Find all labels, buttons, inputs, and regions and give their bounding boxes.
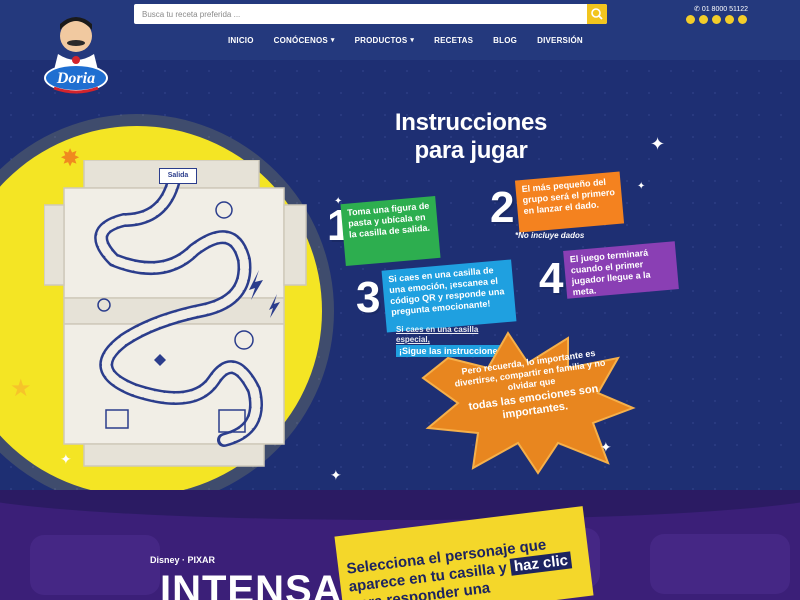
chevron-down-icon: ▾ <box>330 37 335 44</box>
doria-logo[interactable]: Doria <box>40 10 112 96</box>
disney-pixar-logo: Disney · PIXAR <box>150 555 216 565</box>
nav-label: CONÓCENOS <box>273 35 328 45</box>
twitter-icon[interactable] <box>712 15 721 24</box>
search-input[interactable] <box>134 4 574 24</box>
nav-label: RECETAS <box>434 35 474 45</box>
step-3-number: 3 <box>356 273 381 322</box>
nav-item-conocenos[interactable]: CONÓCENOS ▾ <box>274 33 335 47</box>
step-2-number: 2 <box>490 183 515 232</box>
title-line: para jugar <box>414 137 528 164</box>
nav-label: BLOG <box>493 35 518 45</box>
social-links <box>686 15 747 24</box>
nav-label: PRODUCTOS <box>354 35 408 45</box>
search-bar <box>134 4 607 24</box>
step-2-text: El más pequeño del grupo será el primero… <box>514 171 625 233</box>
step-3-text: Si caes en una casilla de una emoción, ¡… <box>381 259 517 333</box>
youtube-icon[interactable] <box>725 15 734 24</box>
main-nav: INICIO CONÓCENOS ▾ PRODUCTOS ▾ RECETAS BLO… <box>228 33 603 47</box>
instagram-icon[interactable] <box>699 15 708 24</box>
sparkle-icon: ✦ <box>600 439 612 455</box>
logo-text: Doria <box>56 70 95 87</box>
nav-label: DIVERSIÓN <box>537 35 583 45</box>
facebook-icon[interactable] <box>686 15 695 24</box>
search-button[interactable] <box>587 4 607 24</box>
sparkle-icon: ✦ <box>334 196 343 207</box>
chevron-down-icon: ▾ <box>410 37 415 44</box>
nav-item-inicio[interactable]: INICIO <box>228 33 254 47</box>
pinterest-icon[interactable] <box>738 15 747 24</box>
nav-item-blog[interactable]: BLOG <box>493 33 517 47</box>
phone-number[interactable]: ✆ 01 8000 51122 <box>694 5 748 13</box>
step-4-text: El juego terminará cuando el primer juga… <box>563 241 679 299</box>
nav-item-productos[interactable]: PRODUCTOS ▾ <box>355 33 415 47</box>
nav-label: INICIO <box>228 35 254 45</box>
site-header: INICIO CONÓCENOS▾ PRODUCTOS▾ RECETAS BLO… <box>0 0 800 60</box>
sparkle-icon: ✦ <box>60 451 72 467</box>
step-1-text: Toma una figura de pasta y ubícala en la… <box>340 195 441 267</box>
theater-seat <box>30 535 160 595</box>
sparkle-icon: ✦ <box>637 181 646 192</box>
nav-item-diversion[interactable]: DIVERSIÓN <box>537 33 583 47</box>
instructions-title: Instrucciones para jugar <box>376 109 566 165</box>
phone-icon: ✆ <box>694 6 700 13</box>
board-start-label: Salida <box>159 168 197 184</box>
star-icon: ★ <box>10 375 32 402</box>
sparkle-icon: ✦ <box>330 467 342 483</box>
sparkle-icon: ✦ <box>650 134 666 154</box>
search-icon <box>591 8 603 20</box>
dice-note: *No incluye dados <box>515 231 585 240</box>
phone-text: 01 8000 51122 <box>701 6 749 13</box>
board-game-illustration: Salida <box>43 159 314 470</box>
title-line: Instrucciones <box>394 109 548 136</box>
sparkle-icon: ✸ <box>60 145 81 172</box>
stage-arch <box>0 490 800 520</box>
nav-item-recetas[interactable]: RECETAS <box>434 33 473 47</box>
step-4-number: 4 <box>539 254 564 303</box>
theater-seat <box>650 534 790 594</box>
